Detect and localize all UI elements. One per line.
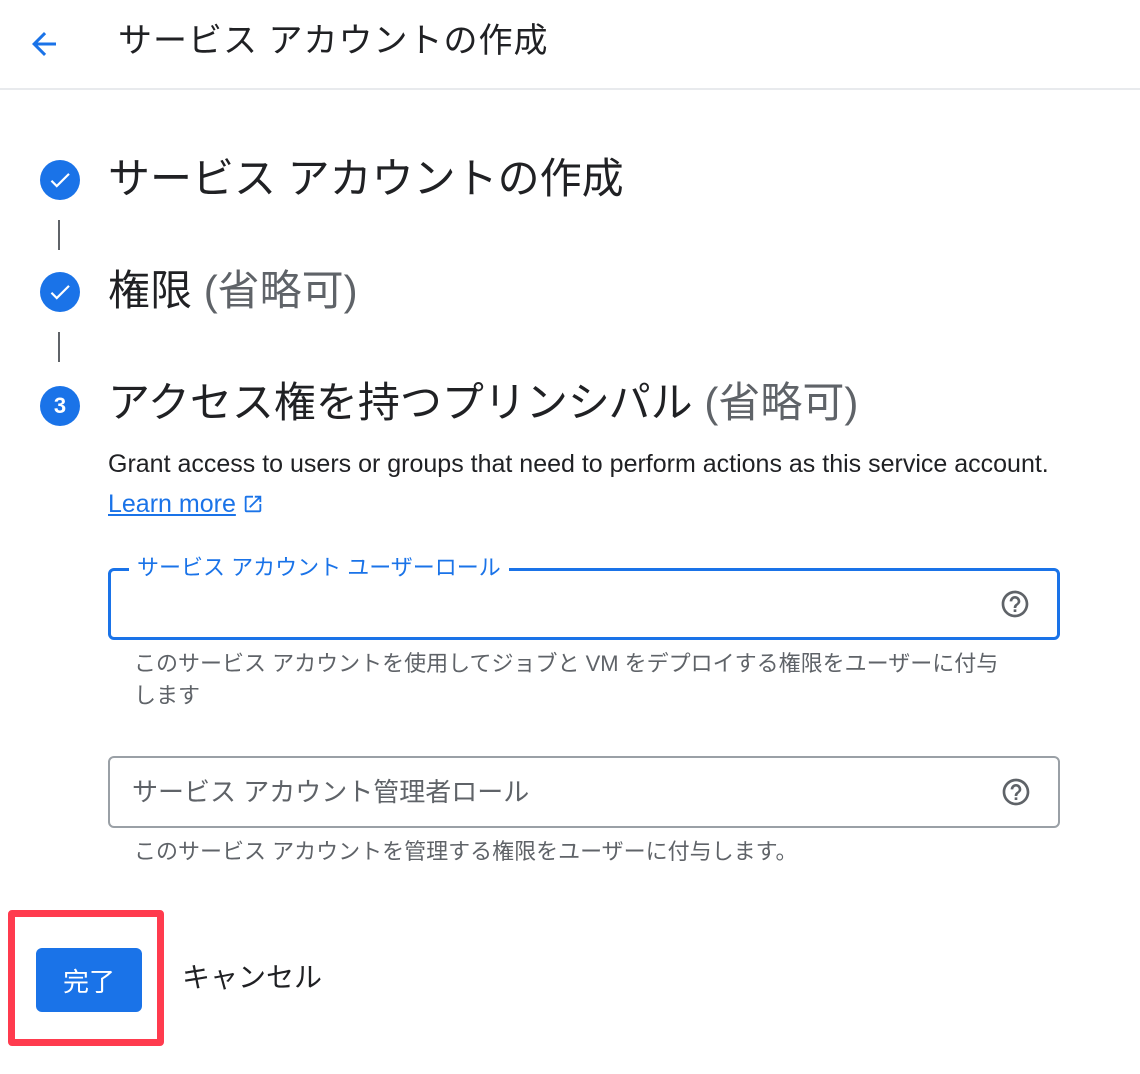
help-icon[interactable]: [999, 588, 1031, 620]
learn-more-link[interactable]: Learn more: [108, 490, 264, 518]
learn-more-label: Learn more: [108, 490, 236, 518]
done-button[interactable]: 完了: [36, 948, 142, 1012]
service-account-user-role-input[interactable]: サービス アカウント ユーザーロール: [108, 554, 1060, 640]
back-button[interactable]: [20, 20, 68, 68]
step-2-optional: (省略可): [203, 267, 358, 314]
page-title: サービス アカウントの作成: [118, 22, 549, 60]
top-app-bar: サービス アカウントの作成: [0, 0, 1140, 90]
step-3-label: アクセス権を持つプリンシパル: [108, 379, 693, 426]
step-3-number-badge: 3: [40, 386, 80, 426]
cancel-button[interactable]: キャンセル: [182, 960, 322, 996]
step-2-check-icon: [40, 272, 80, 312]
step-2-label: 権限: [108, 267, 193, 314]
step-connector: [58, 332, 60, 362]
field-hint: このサービス アカウントを使用してジョブと VM をデプロイする権限をユーザーに…: [134, 651, 999, 708]
step-1-title[interactable]: サービス アカウントの作成: [108, 152, 624, 206]
step-2-title[interactable]: 権限 (省略可): [108, 264, 358, 318]
step-3-title: アクセス権を持つプリンシパル (省略可): [108, 376, 858, 430]
field-hint: このサービス アカウントを管理する権限をユーザーに付与します。: [134, 839, 798, 864]
open-in-new-icon: [244, 495, 262, 513]
step-1-check-icon: [40, 160, 80, 200]
description-text: Grant access to users or groups that nee…: [108, 450, 1049, 478]
help-icon[interactable]: [1000, 776, 1032, 808]
step-3-description: Grant access to users or groups that nee…: [108, 444, 1068, 524]
step-3-optional: (省略可): [704, 379, 859, 426]
step-connector: [58, 220, 60, 250]
field-placeholder: サービス アカウント管理者ロール: [132, 777, 530, 807]
arrow-back-icon: [32, 32, 56, 56]
service-account-admin-role-input[interactable]: サービス アカウント管理者ロール: [108, 756, 1060, 828]
field-label: サービス アカウント ユーザーロール: [129, 554, 509, 582]
step-1-label: サービス アカウントの作成: [108, 155, 624, 202]
step-3-number: 3: [53, 393, 67, 418]
